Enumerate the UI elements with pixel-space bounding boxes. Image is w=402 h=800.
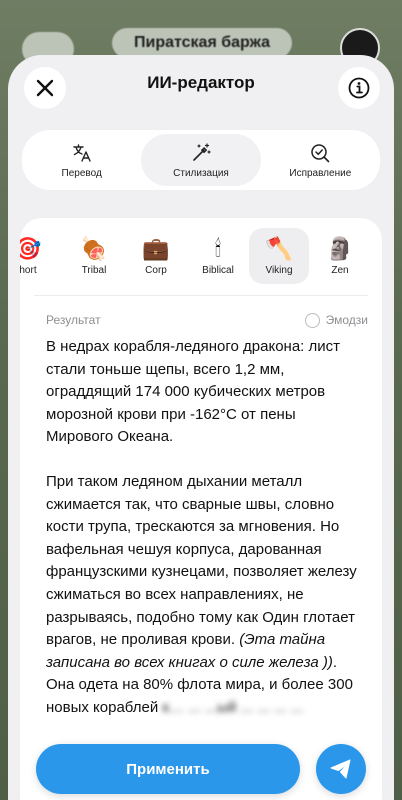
page-title: ИИ-редактор <box>147 73 255 92</box>
style-item-tribal[interactable]: 🍖 Tribal <box>64 228 124 284</box>
candle-icon: 🕯 <box>214 236 222 262</box>
briefcase-icon: 💼 <box>142 236 170 262</box>
translate-icon <box>72 143 91 162</box>
style-selector: 🎯 hort 🍖 Tribal 💼 Corp 🕯 Biblical 🪓 Viki… <box>20 228 382 286</box>
emoji-toggle-label: Эмодзи <box>325 313 368 327</box>
style-label: Tribal <box>81 264 107 276</box>
result-paragraph-text: При таком ледяном дыхании металл сжимает… <box>46 472 357 649</box>
blurred-text: к… ... ...ый ... ... ... ... <box>162 698 304 716</box>
style-item-zen[interactable]: 🗿 Zen <box>310 228 370 284</box>
axe-icon: 🪓 <box>265 236 293 262</box>
style-label: hort <box>20 264 37 276</box>
tab-stylize[interactable]: Стилизация <box>141 134 261 186</box>
target-icon: 🎯 <box>20 236 42 262</box>
emoji-toggle[interactable]: Эмодзи <box>304 312 368 328</box>
sheet-header: ИИ-редактор <box>8 55 394 117</box>
magic-wand-icon <box>193 142 211 161</box>
style-label: Zen <box>331 264 349 276</box>
result-header: Результат Эмодзи <box>46 310 368 330</box>
check-magnifier-icon <box>311 143 330 162</box>
result-label: Результат <box>46 313 101 327</box>
chat-title: Пиратская баржа <box>112 28 292 58</box>
style-label: Viking <box>265 264 293 276</box>
tab-stylize-label: Стилизация <box>173 167 229 179</box>
divider <box>34 295 368 296</box>
info-icon <box>348 77 370 99</box>
tab-translate-label: Перевод <box>61 167 102 179</box>
ai-editor-sheet: ИИ-редактор Перевод Стилизация Исправлен… <box>8 55 394 800</box>
style-label: Corp <box>145 264 167 276</box>
tab-correct[interactable]: Исправление <box>261 130 380 190</box>
tab-translate[interactable]: Перевод <box>22 130 141 190</box>
editor-mode-tabs: Перевод Стилизация Исправление <box>22 130 380 190</box>
stylize-card: 🎯 hort 🍖 Tribal 💼 Corp 🕯 Biblical 🪓 Viki… <box>20 218 382 800</box>
result-text: В недрах корабля-ледяного дракона: лист … <box>46 336 366 742</box>
tab-correct-label: Исправление <box>289 167 352 179</box>
style-item-viking[interactable]: 🪓 Viking <box>249 228 309 284</box>
style-item-short[interactable]: 🎯 hort <box>20 228 58 284</box>
meat-icon: 🍖 <box>80 236 108 262</box>
info-button[interactable] <box>338 67 380 109</box>
apply-button[interactable]: Применить <box>36 744 300 794</box>
send-button[interactable] <box>316 744 366 794</box>
send-icon <box>330 759 351 779</box>
style-item-corp[interactable]: 💼 Corp <box>126 228 186 284</box>
style-label: Biblical <box>202 264 234 276</box>
radio-icon <box>304 312 320 328</box>
moai-icon: 🗿 <box>326 236 354 262</box>
style-item-biblical[interactable]: 🕯 Biblical <box>188 228 248 284</box>
result-paragraph: При таком ледяном дыхании металл сжимает… <box>46 471 366 720</box>
result-paragraph: В недрах корабля-ледяного дракона: лист … <box>46 338 341 446</box>
